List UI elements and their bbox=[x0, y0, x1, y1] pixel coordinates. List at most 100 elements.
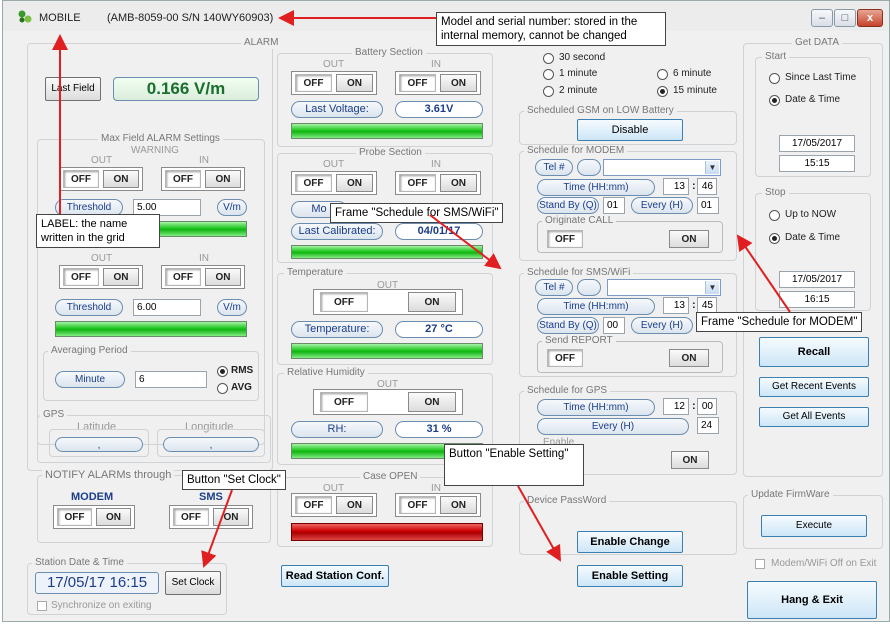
notify-modem-on[interactable]: ON bbox=[96, 508, 131, 526]
sync-checkbox[interactable] bbox=[37, 601, 47, 611]
stop-time-input[interactable]: 16:15 bbox=[779, 291, 855, 308]
probe-in-on[interactable]: ON bbox=[440, 174, 477, 192]
warning-out-on[interactable]: ON bbox=[103, 170, 139, 188]
battery-in-on[interactable]: ON bbox=[440, 74, 477, 92]
get-all-events-button[interactable]: Get All Events bbox=[759, 407, 869, 427]
warning-in-off[interactable]: OFF bbox=[165, 170, 201, 188]
case-in-off[interactable]: OFF bbox=[399, 496, 436, 514]
temperature-value: 27 °C bbox=[395, 321, 483, 338]
warning-out-switch: OFF ON bbox=[59, 167, 143, 191]
threshold2-input[interactable]: 6.00 bbox=[133, 299, 201, 316]
since-last-radio[interactable] bbox=[769, 73, 780, 84]
notify-modem-off[interactable]: OFF bbox=[57, 508, 92, 526]
modem-standby-input[interactable]: 01 bbox=[603, 197, 625, 214]
read-station-conf-button[interactable]: Read Station Conf. bbox=[281, 565, 389, 587]
modem-every-input[interactable]: 01 bbox=[697, 197, 719, 214]
firmware-legend: Update FirmWare bbox=[748, 489, 833, 501]
enable-change-button[interactable]: Enable Change bbox=[577, 531, 683, 553]
max-field-legend: Max Field ALARM Settings bbox=[98, 133, 223, 145]
modem-hour-input[interactable]: 13 bbox=[663, 178, 689, 195]
case-out-off[interactable]: OFF bbox=[295, 496, 332, 514]
interval-15m-radio[interactable] bbox=[657, 86, 668, 97]
notify-sms-on[interactable]: ON bbox=[213, 508, 249, 526]
gps-every-input[interactable]: 24 bbox=[697, 417, 719, 434]
maximize-button[interactable]: □ bbox=[834, 9, 856, 27]
start-time-input[interactable]: 15:15 bbox=[779, 155, 855, 172]
alarm-in-legend: IN bbox=[197, 253, 211, 264]
interval-2m-radio[interactable] bbox=[543, 86, 554, 97]
recall-button[interactable]: Recall bbox=[759, 337, 869, 367]
averaging-unit-button[interactable]: Minute bbox=[55, 371, 125, 388]
temperature-on[interactable]: ON bbox=[408, 292, 456, 312]
gps-hour-input[interactable]: 12 bbox=[663, 398, 689, 415]
close-button[interactable]: x bbox=[857, 9, 883, 27]
alarm-in-switch: OFF ON bbox=[161, 265, 245, 289]
temperature-off[interactable]: OFF bbox=[320, 292, 368, 312]
send-report-off[interactable]: OFF bbox=[547, 349, 583, 367]
callout-label-name: LABEL: the name written in the grid bbox=[36, 214, 160, 248]
modem-time-label: Time (HH:mm) bbox=[537, 179, 655, 196]
sms-hour-input[interactable]: 13 bbox=[663, 297, 689, 314]
threshold2-unit: V/m bbox=[217, 299, 247, 316]
alarm-out-on[interactable]: ON bbox=[103, 268, 139, 286]
up-to-now-radio[interactable] bbox=[769, 210, 780, 221]
alarm-in-on[interactable]: ON bbox=[205, 268, 241, 286]
sms-standby-input[interactable]: 00 bbox=[603, 317, 625, 334]
case-out-on[interactable]: ON bbox=[336, 496, 373, 514]
sms-tel-combo[interactable]: ▼ bbox=[607, 279, 721, 296]
battery-out-on[interactable]: ON bbox=[336, 74, 373, 92]
start-datetime-radio[interactable] bbox=[769, 95, 780, 106]
last-field-button[interactable]: Last Field bbox=[45, 77, 101, 101]
battery-in-off[interactable]: OFF bbox=[399, 74, 436, 92]
modem-tel-combo[interactable]: ▼ bbox=[603, 159, 721, 176]
chevron-down-icon[interactable]: ▼ bbox=[705, 281, 719, 294]
alarm-out-off[interactable]: OFF bbox=[63, 268, 99, 286]
send-report-on[interactable]: ON bbox=[669, 349, 709, 367]
stop-date-input[interactable]: 17/05/2017 bbox=[779, 271, 855, 288]
warning-in-on[interactable]: ON bbox=[205, 170, 241, 188]
battery-out-off[interactable]: OFF bbox=[295, 74, 332, 92]
case-in-on[interactable]: ON bbox=[440, 496, 477, 514]
enable-setting-button[interactable]: Enable Setting bbox=[577, 565, 683, 587]
modem-wifi-off-checkbox[interactable] bbox=[755, 559, 765, 569]
battery-level-bar bbox=[291, 123, 483, 139]
interval-30s-radio[interactable] bbox=[543, 53, 554, 64]
threshold2-label: Threshold bbox=[55, 299, 123, 316]
sms-every-label: Every (H) bbox=[631, 317, 693, 334]
interval-1m-radio[interactable] bbox=[543, 69, 554, 80]
rms-radio[interactable] bbox=[217, 366, 228, 377]
notify-legend: NOTIFY ALARMs through bbox=[42, 469, 175, 481]
alarm-in-off[interactable]: OFF bbox=[165, 268, 201, 286]
modem-tel-prefix[interactable] bbox=[577, 159, 601, 176]
humidity-legend: Relative Humidity bbox=[284, 367, 368, 379]
case-in-switch: OFF ON bbox=[395, 493, 481, 517]
probe-in-off[interactable]: OFF bbox=[399, 174, 436, 192]
gps-minute-input[interactable]: 00 bbox=[697, 398, 717, 415]
interval-6m-radio[interactable] bbox=[657, 69, 668, 80]
probe-out-off[interactable]: OFF bbox=[295, 174, 332, 192]
gsm-disable-button[interactable]: Disable bbox=[577, 119, 683, 141]
chevron-down-icon[interactable]: ▼ bbox=[705, 161, 719, 174]
notify-sms-off[interactable]: OFF bbox=[173, 508, 209, 526]
gps-enable-on[interactable]: ON bbox=[671, 451, 709, 469]
start-date-input[interactable]: 17/05/2017 bbox=[779, 135, 855, 152]
callout-set-clock: Button "Set Clock" bbox=[182, 470, 286, 490]
sms-tel-prefix[interactable] bbox=[577, 279, 601, 296]
avg-radio[interactable] bbox=[217, 383, 228, 394]
minimize-button[interactable]: – bbox=[811, 9, 833, 27]
get-recent-events-button[interactable]: Get Recent Events bbox=[759, 377, 869, 397]
last-calibrated-label: Last Calibrated: bbox=[291, 223, 383, 240]
execute-button[interactable]: Execute bbox=[761, 515, 867, 537]
warning-out-off[interactable]: OFF bbox=[63, 170, 99, 188]
averaging-input[interactable]: 6 bbox=[135, 371, 207, 388]
humidity-off[interactable]: OFF bbox=[320, 392, 368, 412]
humidity-on[interactable]: ON bbox=[408, 392, 456, 412]
stop-datetime-radio[interactable] bbox=[769, 233, 780, 244]
originate-call-off[interactable]: OFF bbox=[547, 230, 583, 248]
hang-exit-button[interactable]: Hang & Exit bbox=[747, 581, 877, 619]
probe-out-on[interactable]: ON bbox=[336, 174, 373, 192]
temperature-label: Temperature: bbox=[291, 321, 383, 338]
modem-minute-input[interactable]: 46 bbox=[697, 178, 717, 195]
set-clock-button[interactable]: Set Clock bbox=[165, 571, 221, 595]
originate-call-on[interactable]: ON bbox=[669, 230, 709, 248]
